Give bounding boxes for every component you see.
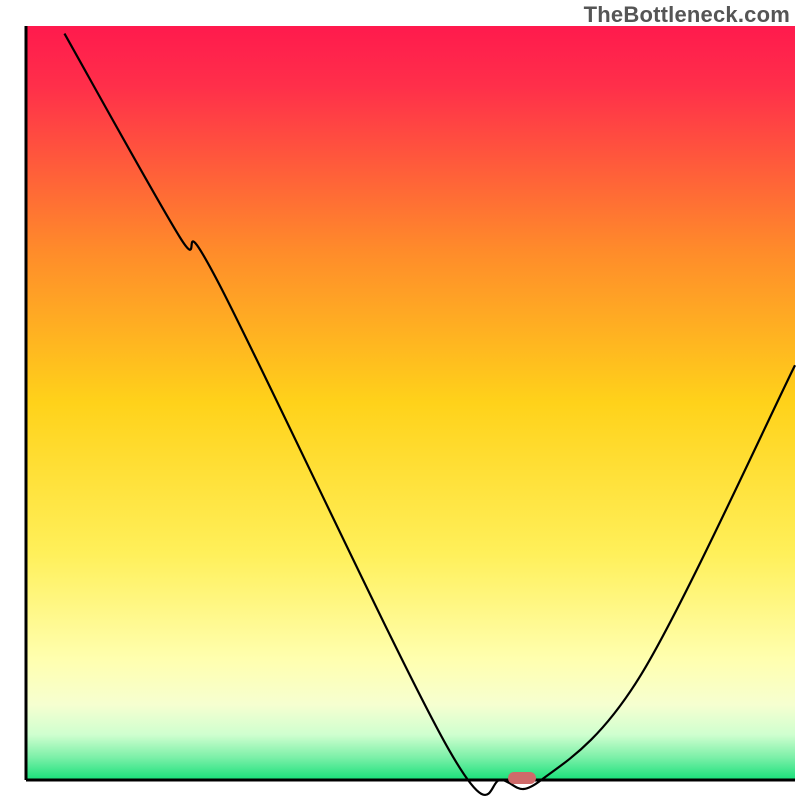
minimum-marker — [508, 772, 536, 784]
chart-container: TheBottleneck.com — [0, 0, 800, 800]
chart-svg — [0, 0, 800, 800]
plot-background — [26, 26, 795, 780]
watermark-text: TheBottleneck.com — [584, 2, 790, 28]
